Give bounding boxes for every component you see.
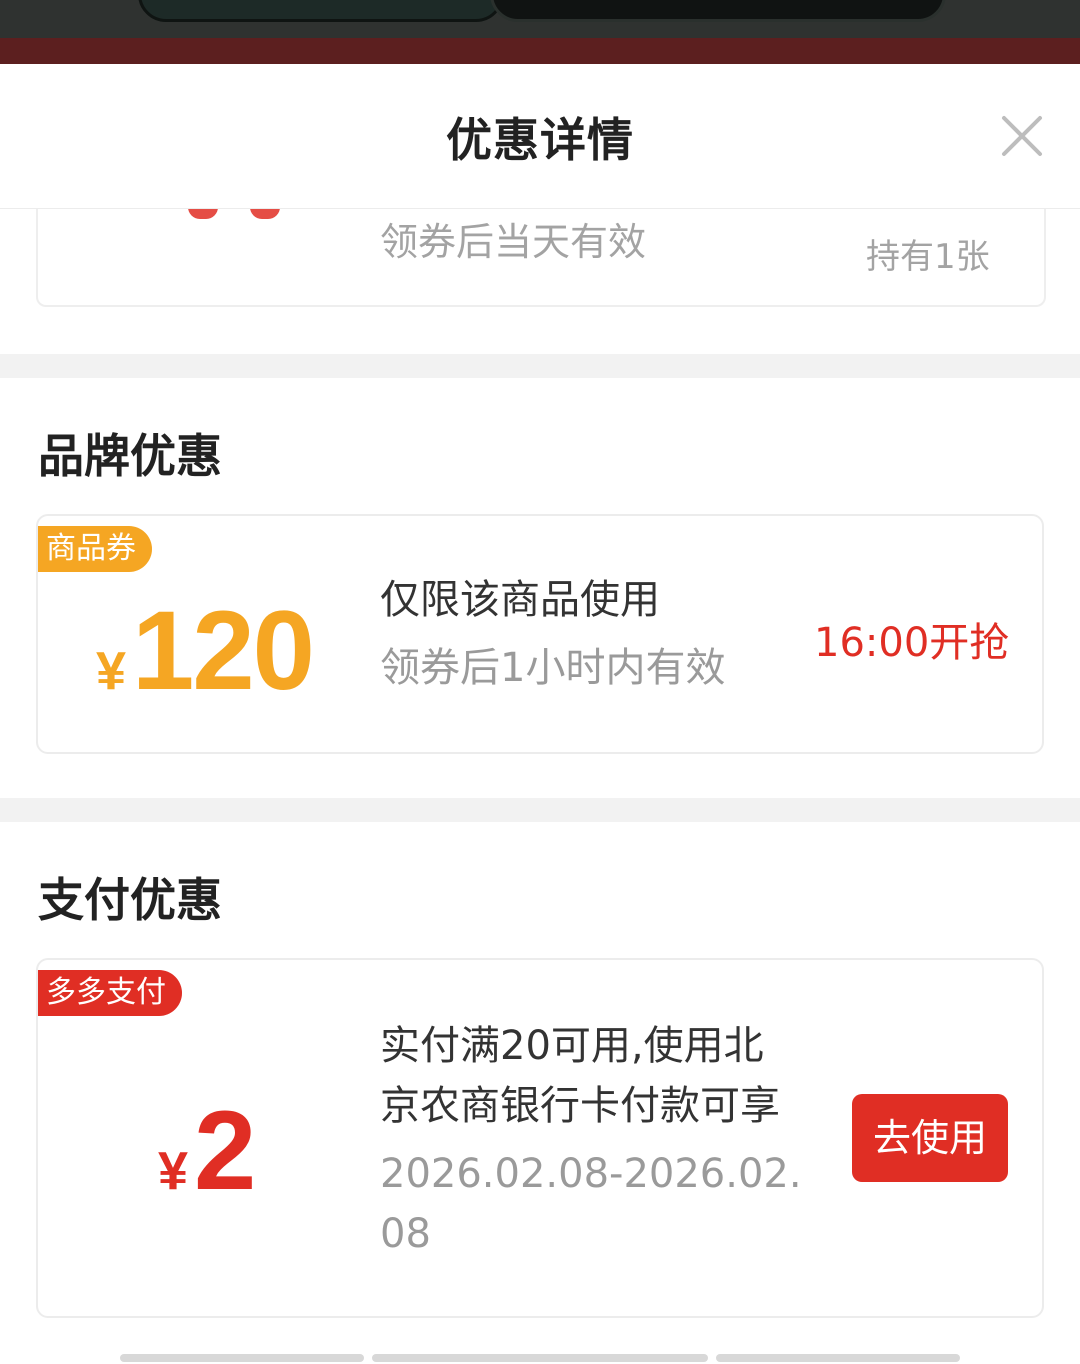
brand-coupon-card[interactable]: 商品券 ¥ 120 仅限该商品使用 领券后1小时内有效 16:00开抢 [36,514,1044,754]
currency-symbol: ¥ [96,641,127,701]
coupon-validity: 领券后当天有效 [380,220,647,264]
brand-discount-title: 品牌优惠 [38,429,222,483]
coupon-holding-count: 持有1张 [866,237,990,277]
background-band [0,38,1080,64]
background-product-view [0,0,1080,64]
coupon-condition: 仅限该商品使用 [380,577,660,623]
coupon-validity: 领券后1小时内有效 [380,645,726,691]
coupon-validity-line: 08 [380,1211,431,1257]
background-device-image [138,0,504,22]
payment-discount-title: 支付优惠 [38,873,222,927]
previous-coupon-card: 领券后当天有效 持有1张 [36,207,1046,307]
coupon-amount: ¥ 120 [96,586,315,715]
coupon-condition-line: 京农商银行卡付款可享 [380,1083,780,1129]
coupon-type-tag: 多多支付 [38,970,182,1016]
coupon-type-tag: 商品券 [38,526,152,572]
scroll-indicator [372,1354,708,1362]
grab-time-button[interactable]: 16:00开抢 [814,610,1009,668]
section-divider [0,354,1080,378]
section-divider [0,798,1080,822]
currency-symbol: ¥ [158,1141,189,1201]
coupon-validity-line: 2026.02.08-2026.02. [380,1151,802,1197]
scroll-indicator [120,1354,364,1362]
use-coupon-button[interactable]: 去使用 [852,1094,1008,1182]
coupon-condition-line: 实付满20可用,使用北 [380,1023,764,1069]
payment-coupon-card[interactable]: 多多支付 ¥ 2 实付满20可用,使用北 京农商银行卡付款可享 2026.02.… [36,958,1044,1318]
coupon-amount: ¥ 2 [158,1086,256,1215]
sheet-title: 优惠详情 [446,113,634,167]
scroll-indicator [716,1354,960,1362]
sheet-header: 优惠详情 [0,64,1080,209]
close-icon[interactable] [1000,114,1044,158]
amount-value: 120 [132,588,315,713]
background-device-image [490,0,946,22]
amount-value: 2 [194,1088,256,1213]
discount-details-sheet: 优惠详情 领券后当天有效 持有1张 品牌优惠 商品券 ¥ 120 仅限该商品使用… [0,64,1080,1364]
